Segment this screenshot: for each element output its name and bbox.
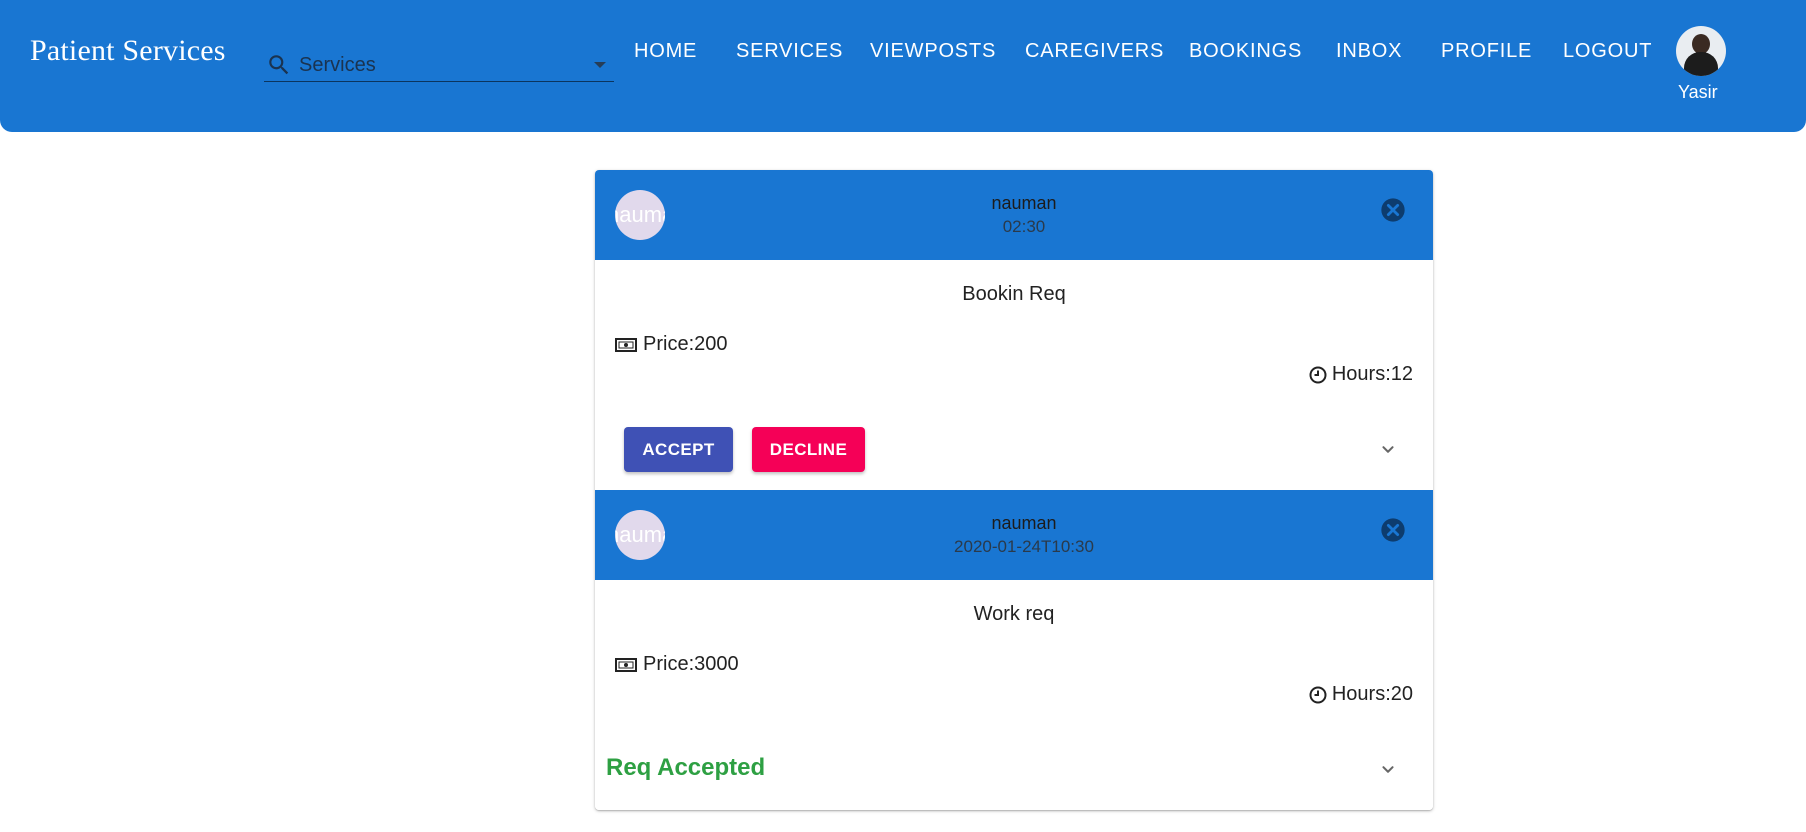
- accept-button[interactable]: ACCEPT: [624, 427, 733, 472]
- avatar-head: [1692, 34, 1710, 54]
- request-time: 2020-01-24T10:30: [954, 537, 1094, 556]
- arrow-drop-down-icon[interactable]: [594, 62, 606, 68]
- nav-logout[interactable]: LOGOUT: [1563, 40, 1652, 63]
- request-title: Work req: [973, 603, 1055, 625]
- services-search-select[interactable]: Services: [264, 46, 614, 82]
- avatar-body: [1684, 52, 1718, 76]
- nav-inbox[interactable]: INBOX: [1336, 40, 1402, 63]
- request-time: 02:30: [1002, 217, 1046, 236]
- money-icon: [615, 657, 637, 672]
- cancel-circle-icon[interactable]: [1379, 516, 1407, 544]
- requester-name: nauman: [991, 193, 1057, 213]
- chevron-down-icon[interactable]: [1377, 758, 1399, 780]
- avatar: [1676, 26, 1726, 76]
- card-header: nauman nauman 2020-01-24T10:30: [595, 490, 1433, 580]
- search-value: Services: [299, 54, 376, 76]
- hours-value: Hours:12: [1331, 363, 1413, 385]
- chevron-down-icon[interactable]: [1377, 438, 1399, 460]
- hours-value: Hours:20: [1331, 683, 1413, 705]
- nav-home[interactable]: HOME: [634, 40, 697, 63]
- cancel-circle-icon[interactable]: [1379, 196, 1407, 224]
- nav-profile[interactable]: PROFILE: [1441, 40, 1532, 63]
- user-name: Yasir: [1678, 82, 1718, 102]
- decline-button[interactable]: DECLINE: [752, 427, 865, 472]
- hours-row: Hours:12: [1309, 363, 1413, 386]
- clock-icon: [1309, 686, 1327, 703]
- request-list: nauman nauman 02:30 Bookin Req Price:200…: [595, 170, 1433, 810]
- nav-viewposts[interactable]: VIEWPOSTS: [870, 40, 996, 63]
- app-bar: Patient Services Services HOME SERVICES …: [0, 0, 1806, 132]
- request-card: nauman nauman 2020-01-24T10:30 Work req …: [595, 490, 1433, 810]
- price-value: Price:3000: [643, 653, 739, 675]
- hours-row: Hours:20: [1309, 683, 1413, 706]
- app-title[interactable]: Patient Services: [30, 34, 226, 68]
- price-value: Price:200: [643, 333, 728, 355]
- nav-caregivers[interactable]: CAREGIVERS: [1025, 40, 1164, 63]
- search-icon: [269, 55, 289, 75]
- request-card: nauman nauman 02:30 Bookin Req Price:200…: [595, 170, 1433, 490]
- card-header: nauman nauman 02:30: [595, 170, 1433, 260]
- status-badge: Req Accepted: [606, 754, 766, 781]
- nav-bookings[interactable]: BOOKINGS: [1189, 40, 1302, 63]
- requester-name: nauman: [991, 513, 1057, 533]
- price-row: Price:200: [615, 333, 728, 356]
- user-avatar-button[interactable]: [1676, 26, 1726, 76]
- request-title: Bookin Req: [962, 283, 1066, 305]
- money-icon: [615, 337, 637, 352]
- nav-services[interactable]: SERVICES: [736, 40, 843, 63]
- price-row: Price:3000: [615, 653, 739, 676]
- clock-icon: [1309, 366, 1327, 383]
